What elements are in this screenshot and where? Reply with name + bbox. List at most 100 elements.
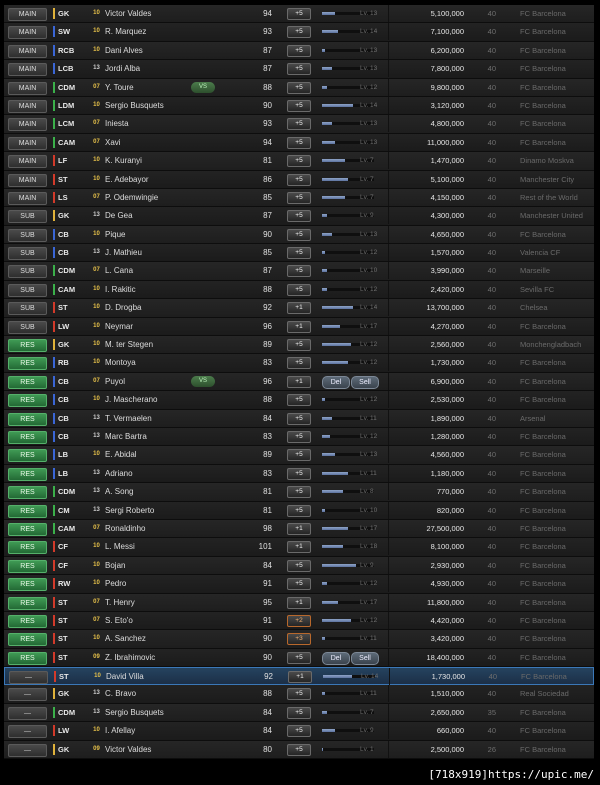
delete-button[interactable]: Del (322, 375, 350, 389)
player-name[interactable]: Victor Valdes (105, 741, 195, 758)
role-button[interactable]: RES (8, 375, 47, 389)
player-name[interactable]: Jordi Alba (105, 60, 195, 77)
role-button[interactable]: — (8, 706, 47, 720)
player-name[interactable]: Sergio Busquets (105, 704, 195, 721)
player-row[interactable]: RES ST 07 T. Henry 95 +1 Lv. 17 11,800,000 40 FC … (4, 593, 594, 612)
player-row[interactable]: RES CM 13 Sergi Roberto 81 +5 Lv. 10 820,000 40 F… (4, 501, 594, 520)
enhance-bonus-button[interactable]: +5 (287, 44, 311, 57)
role-button[interactable]: — (8, 725, 47, 739)
player-row[interactable]: RES CF 10 L. Messi 101 +1 Lv. 18 8,100,000 40 FC … (4, 538, 594, 557)
enhance-bonus-button[interactable]: +5 (287, 210, 311, 223)
role-button[interactable]: RES (8, 430, 47, 444)
enhance-bonus-button[interactable]: +5 (287, 706, 311, 719)
enhance-bonus-button[interactable]: +1 (287, 541, 311, 554)
player-name[interactable]: I. Rakitic (105, 281, 195, 298)
player-row[interactable]: MAIN CAM 07 Xavi 94 +5 Lv. 13 11,000,000 40 FC Ba… (4, 133, 594, 153)
role-button[interactable]: RES (8, 504, 47, 518)
player-row[interactable]: MAIN LS 07 P. Odemwingie 85 +5 Lv. 7 4,150,000 4… (4, 188, 594, 208)
role-button[interactable]: MAIN (8, 136, 47, 150)
enhance-bonus-button[interactable]: +5 (287, 725, 311, 738)
enhance-bonus-button[interactable]: +5 (287, 559, 311, 572)
role-button[interactable]: MAIN (8, 99, 47, 113)
enhance-bonus-button[interactable]: +1 (287, 375, 311, 388)
player-row[interactable]: RES CB 07 Puyol VS 96 +1 Del Sell 6,900,000 40 FC B… (4, 372, 594, 392)
player-row[interactable]: SUB CAM 10 I. Rakitic 88 +5 Lv. 12 2,420,000 40 S… (4, 280, 594, 300)
player-name[interactable]: Sergi Roberto (105, 502, 195, 519)
enhance-bonus-button[interactable]: +5 (287, 63, 311, 76)
role-button[interactable]: MAIN (8, 26, 47, 40)
role-button[interactable]: MAIN (8, 155, 47, 169)
compare-vs-button[interactable]: VS (191, 375, 215, 387)
player-name[interactable]: P. Odemwingie (105, 189, 195, 206)
player-name[interactable]: Neymar (105, 318, 195, 335)
player-row[interactable]: RES GK 10 M. ter Stegen 89 +5 Lv. 12 2,560,000 4… (4, 336, 594, 355)
player-row[interactable]: MAIN GK 10 Victor Valdes 94 +5 Lv. 13 5,100,000… (4, 5, 594, 24)
enhance-bonus-button[interactable]: +5 (287, 688, 311, 701)
role-button[interactable]: MAIN (8, 81, 47, 95)
role-button[interactable]: RES (8, 541, 47, 555)
enhance-bonus-button[interactable]: +5 (287, 357, 311, 370)
role-button[interactable]: — (8, 688, 47, 702)
player-name[interactable]: David Villa (106, 668, 196, 685)
enhance-bonus-button[interactable]: +5 (287, 26, 311, 39)
enhance-bonus-button[interactable]: +5 (287, 136, 311, 149)
sell-button[interactable]: Sell (351, 651, 379, 665)
role-button[interactable]: — (9, 671, 48, 685)
player-name[interactable]: Iniesta (105, 115, 195, 132)
player-row[interactable]: RES ST 07 S. Eto'o 91 +2 Lv. 12 4,420,000 40 FC B… (4, 611, 594, 631)
player-name[interactable]: Marc Bartra (105, 428, 195, 445)
role-button[interactable]: RES (8, 614, 47, 628)
player-row[interactable]: MAIN SW 10 R. Marquez 93 +5 Lv. 14 7,100,000 40 F… (4, 23, 594, 42)
player-name[interactable]: T. Vermaelen (105, 410, 195, 427)
player-row[interactable]: — GK 13 C. Bravo 88 +5 Lv. 11 1,510,000 40 Real S… (4, 685, 594, 704)
enhance-bonus-button[interactable]: +2 (287, 614, 311, 627)
role-button[interactable]: SUB (8, 228, 47, 242)
player-row[interactable]: MAIN RCB 10 Dani Alves 87 +5 Lv. 13 6,200,000 40… (4, 41, 594, 61)
player-row[interactable]: MAIN LCM 07 Iniesta 93 +5 Lv. 13 4,800,000 40 FC … (4, 115, 594, 134)
enhance-bonus-button[interactable]: +5 (287, 430, 311, 443)
role-button[interactable]: SUB (8, 210, 47, 224)
enhance-bonus-button[interactable]: +5 (287, 283, 311, 296)
player-name[interactable]: D. Drogba (105, 299, 195, 316)
role-button[interactable]: RES (8, 394, 47, 408)
enhance-bonus-button[interactable]: +5 (287, 191, 311, 204)
player-row[interactable]: — GK 09 Victor Valdes 80 +5 Lv. 1 2,500,000 26 FC… (4, 740, 594, 760)
role-button[interactable]: MAIN (8, 173, 47, 187)
player-row[interactable]: — LW 10 I. Afellay 84 +5 Lv. 9 660,000 40 FC Barc… (4, 722, 594, 741)
player-name[interactable]: T. Henry (105, 594, 195, 611)
enhance-bonus-button[interactable]: +5 (287, 247, 311, 260)
enhance-bonus-button[interactable]: +1 (287, 302, 311, 315)
player-row[interactable]: RES ST 09 Z. Ibrahimovic 90 +5 Del Sell 18,400,0… (4, 648, 594, 668)
role-button[interactable]: RES (8, 596, 47, 610)
role-button[interactable]: RES (8, 467, 47, 481)
compare-vs-button[interactable]: VS (191, 81, 215, 93)
player-name[interactable]: Adriano (105, 465, 195, 482)
player-name[interactable]: J. Mathieu (105, 244, 195, 261)
player-row[interactable]: RES RB 10 Montoya 83 +5 Lv. 12 1,730,000 40 FC Ba… (4, 354, 594, 373)
role-button[interactable]: MAIN (8, 44, 47, 58)
player-name[interactable]: Ronaldinho (105, 520, 195, 537)
player-name[interactable]: Victor Valdes (105, 5, 195, 22)
role-button[interactable]: SUB (8, 247, 47, 261)
role-button[interactable]: RES (8, 559, 47, 573)
player-row[interactable]: SUB CB 10 Pique 90 +5 Lv. 13 4,650,000 40 FC Barc… (4, 225, 594, 245)
enhance-bonus-button[interactable]: +1 (288, 671, 312, 684)
enhance-bonus-button[interactable]: +5 (287, 99, 311, 112)
player-name[interactable]: Y. Toure (105, 79, 195, 96)
player-name[interactable]: E. Adebayor (105, 171, 195, 188)
player-name[interactable]: Xavi (105, 134, 195, 151)
player-name[interactable]: Montoya (105, 354, 195, 371)
enhance-bonus-button[interactable]: +5 (287, 412, 311, 425)
enhance-bonus-button[interactable]: +5 (287, 743, 311, 756)
player-name[interactable]: A. Sanchez (105, 630, 195, 647)
player-row[interactable]: SUB CDM 07 L. Cana 87 +5 Lv. 10 3,990,000 40 Mars… (4, 262, 594, 281)
enhance-bonus-button[interactable]: +1 (287, 320, 311, 333)
player-row[interactable]: RES CDM 13 A. Song 81 +5 Lv. 8 770,000 40 FC Barc… (4, 483, 594, 502)
player-row[interactable]: SUB GK 13 De Gea 87 +5 Lv. 9 4,300,000 40 Manches… (4, 207, 594, 226)
player-name[interactable]: L. Messi (105, 538, 195, 555)
player-name[interactable]: K. Kuranyi (105, 152, 195, 169)
enhance-bonus-button[interactable]: +5 (287, 265, 311, 278)
player-row[interactable]: SUB CB 13 J. Mathieu 85 +5 Lv. 12 1,570,000 40 Va… (4, 244, 594, 263)
role-button[interactable]: RES (8, 412, 47, 426)
player-row[interactable]: RES LB 10 E. Abidal 89 +5 Lv. 13 4,560,000 40 FC … (4, 446, 594, 465)
